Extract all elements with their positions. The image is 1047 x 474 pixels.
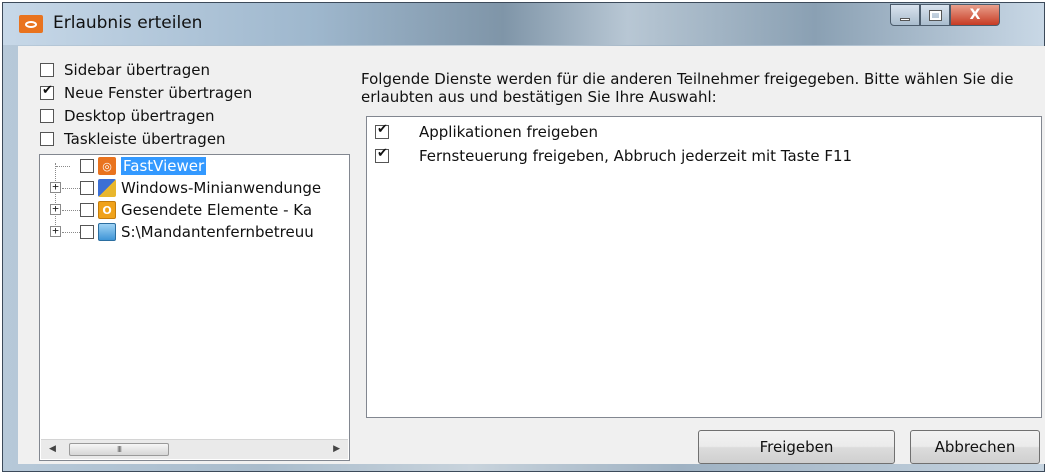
services-list[interactable]: Applikationen freigeben Fernsteuerung fr… bbox=[366, 116, 1042, 418]
minimize-icon bbox=[891, 5, 919, 25]
service-remote-control[interactable]: Fernsteuerung freigeben, Abbruch jederze… bbox=[375, 145, 852, 167]
new-windows-checkbox[interactable] bbox=[40, 83, 54, 100]
desktop-checkbox[interactable] bbox=[40, 109, 54, 123]
tree-horizontal-scrollbar[interactable]: ◀ III ▶ bbox=[41, 439, 348, 459]
fastviewer-icon: ◎ bbox=[98, 157, 116, 175]
tree-connector bbox=[62, 188, 80, 189]
tree-connector bbox=[62, 232, 80, 233]
window-tree[interactable]: ◎ FastViewer + Windows-Minianwendunge + … bbox=[39, 154, 350, 461]
expand-icon[interactable]: + bbox=[50, 225, 61, 237]
cancel-button[interactable]: Abbrechen bbox=[910, 430, 1040, 464]
close-icon: X bbox=[969, 7, 981, 23]
scroll-right-arrow-icon[interactable]: ▶ bbox=[333, 444, 340, 454]
title-bar[interactable]: Erlaubnis erteilen X bbox=[3, 3, 1044, 45]
network-drive-icon bbox=[98, 223, 116, 241]
fastviewer-app-icon bbox=[19, 15, 43, 33]
tree-item-checkbox[interactable] bbox=[80, 159, 94, 173]
close-button[interactable]: X bbox=[950, 4, 1000, 26]
taskbar-checkbox[interactable] bbox=[40, 132, 54, 146]
remote-control-checkbox[interactable] bbox=[375, 146, 389, 163]
services-description: Folgende Dienste werden für die anderen … bbox=[361, 70, 1014, 106]
dialog-window: Erlaubnis erteilen X Sidebar übertragen … bbox=[2, 2, 1045, 472]
option-sidebar[interactable]: Sidebar übertragen bbox=[40, 59, 210, 81]
service-applications-label: Applikationen freigeben bbox=[419, 123, 599, 141]
tree-connector bbox=[56, 166, 70, 167]
maximize-button[interactable] bbox=[920, 4, 950, 26]
tree-item-label: S:\Mandantenfernbetreuu bbox=[121, 223, 314, 241]
scrollbar-thumb[interactable]: III bbox=[69, 443, 169, 456]
tree-item-network-drive[interactable]: + S:\Mandantenfernbetreuu bbox=[40, 221, 314, 243]
tree-item-label: FastViewer bbox=[121, 157, 207, 175]
tree-item-fastviewer[interactable]: ◎ FastViewer bbox=[40, 155, 207, 177]
minimize-button[interactable] bbox=[890, 4, 920, 26]
option-desktop[interactable]: Desktop übertragen bbox=[40, 105, 215, 127]
tree-connector bbox=[62, 210, 80, 211]
service-applications[interactable]: Applikationen freigeben bbox=[375, 121, 598, 143]
service-remote-control-label: Fernsteuerung freigeben, Abbruch jederze… bbox=[419, 147, 853, 165]
option-new-windows[interactable]: Neue Fenster übertragen bbox=[40, 82, 252, 104]
expand-icon[interactable]: + bbox=[50, 181, 61, 193]
dialog-content: Sidebar übertragen Neue Fenster übertrag… bbox=[18, 46, 1045, 464]
window-title: Erlaubnis erteilen bbox=[53, 13, 203, 33]
maximize-icon bbox=[921, 5, 949, 25]
option-taskbar-label: Taskleiste übertragen bbox=[64, 130, 226, 148]
option-sidebar-label: Sidebar übertragen bbox=[64, 61, 211, 79]
applications-checkbox[interactable] bbox=[375, 122, 389, 139]
option-taskbar[interactable]: Taskleiste übertragen bbox=[40, 128, 226, 150]
option-desktop-label: Desktop übertragen bbox=[64, 107, 215, 125]
scrollbar-grip: III bbox=[116, 445, 122, 454]
tree-item-windows-gadgets[interactable]: + Windows-Minianwendunge bbox=[40, 177, 321, 199]
windows-gadget-icon bbox=[98, 179, 116, 197]
tree-item-checkbox[interactable] bbox=[80, 203, 94, 217]
sidebar-checkbox[interactable] bbox=[40, 63, 54, 77]
outlook-icon: O bbox=[98, 201, 116, 219]
option-new-windows-label: Neue Fenster übertragen bbox=[64, 84, 253, 102]
tree-item-checkbox[interactable] bbox=[80, 181, 94, 195]
expand-icon[interactable]: + bbox=[50, 203, 61, 215]
tree-item-checkbox[interactable] bbox=[80, 225, 94, 239]
tree-item-label: Gesendete Elemente - Ka bbox=[121, 201, 313, 219]
release-button[interactable]: Freigeben bbox=[698, 430, 895, 464]
tree-item-label: Windows-Minianwendunge bbox=[121, 179, 322, 197]
tree-item-sent-items[interactable]: + O Gesendete Elemente - Ka bbox=[40, 199, 312, 221]
scroll-left-arrow-icon[interactable]: ◀ bbox=[49, 444, 56, 454]
